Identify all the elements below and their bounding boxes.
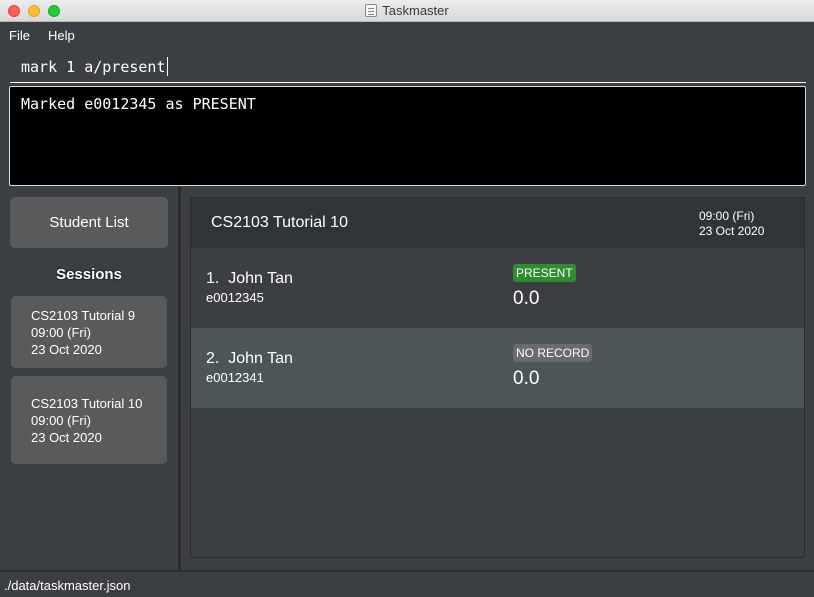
participation-score: 0.0: [513, 368, 540, 389]
student-name: John Tan: [228, 270, 293, 287]
session-header-time: 09:00 (Fri): [699, 209, 755, 223]
student-record-row[interactable]: 1. John Tan e0012345 PRESENT 0.0: [191, 248, 804, 328]
session-name: CS2103 Tutorial 9: [31, 308, 136, 323]
panel-divider[interactable]: [178, 187, 181, 570]
session-card[interactable]: CS2103 Tutorial 10 09:00 (Fri) 23 Oct 20…: [11, 376, 167, 464]
menu-bar: File Help: [0, 22, 814, 48]
command-input-text-wrap: mark 1 a/present: [21, 57, 168, 76]
session-header-date: 23 Oct 2020: [699, 224, 765, 238]
command-input-value: mark 1 a/present: [21, 58, 166, 76]
student-id: e0012345: [206, 290, 264, 305]
result-message: Marked e0012345 as PRESENT: [21, 95, 256, 113]
session-header: CS2103 Tutorial 10 09:00 (Fri) 23 Oct 20…: [191, 198, 804, 248]
attendance-status-badge: PRESENT: [513, 264, 576, 282]
session-date: 23 Oct 2020: [31, 342, 102, 357]
data-file-path: ./data/taskmaster.json: [4, 578, 131, 593]
menu-file[interactable]: File: [9, 28, 30, 43]
student-index: 1.: [206, 270, 220, 287]
session-datetime: 09:00 (Fri) 23 Oct 2020: [699, 209, 764, 239]
result-display: Marked e0012345 as PRESENT: [9, 86, 806, 186]
text-caret: [166, 57, 168, 76]
window-title-wrap: Taskmaster: [0, 3, 814, 18]
sessions-header: Sessions: [56, 266, 122, 283]
student-list-button[interactable]: Student List: [10, 197, 168, 248]
session-name: CS2103 Tutorial 10: [31, 396, 143, 411]
student-id: e0012341: [206, 370, 264, 385]
session-card[interactable]: CS2103 Tutorial 9 09:00 (Fri) 23 Oct 202…: [11, 296, 167, 368]
status-bar: ./data/taskmaster.json: [0, 570, 814, 597]
attendance-status-badge: NO RECORD: [513, 344, 593, 362]
session-time: 09:00 (Fri): [31, 413, 91, 428]
student-name: John Tan: [228, 350, 293, 367]
app-icon: [365, 4, 378, 17]
student-index: 2.: [206, 350, 220, 367]
participation-score: 0.0: [513, 288, 540, 309]
student-name-line: 1. John Tan: [206, 270, 293, 288]
session-title: CS2103 Tutorial 10: [211, 214, 348, 231]
command-box[interactable]: mark 1 a/present: [10, 51, 806, 83]
student-name-line: 2. John Tan: [206, 350, 293, 368]
title-bar: Taskmaster: [0, 0, 814, 22]
window-title: Taskmaster: [382, 3, 449, 18]
menu-help[interactable]: Help: [48, 28, 75, 43]
session-panel: CS2103 Tutorial 10 09:00 (Fri) 23 Oct 20…: [190, 197, 805, 558]
student-record-row[interactable]: 2. John Tan e0012341 NO RECORD 0.0: [191, 328, 804, 408]
session-time: 09:00 (Fri): [31, 325, 91, 340]
session-date: 23 Oct 2020: [31, 430, 102, 445]
